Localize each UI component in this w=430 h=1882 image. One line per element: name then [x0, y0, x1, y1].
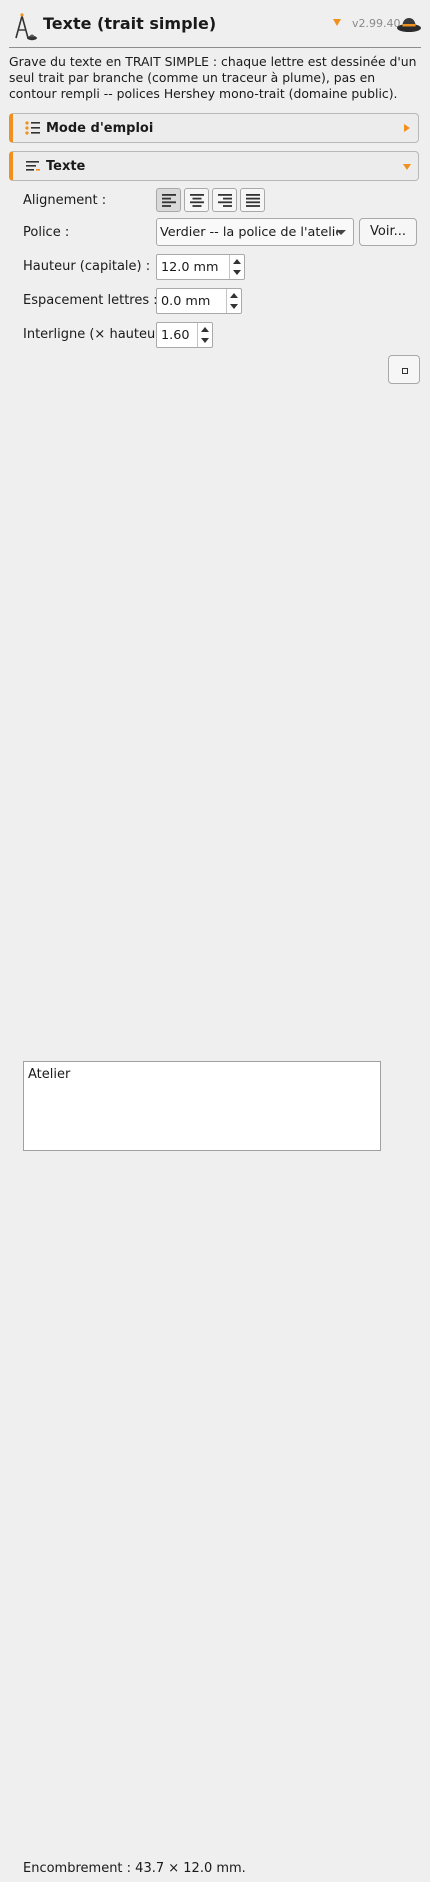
header-divider [9, 47, 421, 48]
letter-spacing-value: 0.0 mm [161, 294, 211, 309]
square-icon [402, 368, 408, 374]
panel-header: Texte (trait simple) v2.99.40 [0, 0, 430, 48]
stepper-up-icon[interactable] [201, 327, 209, 332]
line-spacing-label: Interligne (× hauteur) : [23, 327, 175, 342]
panel-title: Texte (trait simple) [43, 14, 217, 33]
version-menu-caret-icon[interactable] [333, 19, 341, 26]
tool-description: Grave du texte en TRAIT SIMPLE : chaque … [9, 54, 417, 101]
section-texte[interactable]: Texte [9, 151, 419, 181]
cap-height-label: Hauteur (capitale) : [23, 259, 151, 274]
text-input[interactable]: Atelier [23, 1061, 381, 1151]
font-label: Police : [23, 225, 70, 240]
section-texte-label: Texte [46, 159, 86, 174]
align-justify-icon [246, 194, 260, 207]
list-numbered-icon [25, 121, 40, 135]
section-mode-emploi[interactable]: Mode d'emploi [9, 113, 419, 143]
align-right-icon [218, 194, 232, 207]
align-justify-button[interactable] [240, 188, 265, 212]
align-center-icon [190, 194, 204, 207]
bounding-box-status: Encombrement : 43.7 × 12.0 mm. [23, 1861, 246, 1876]
line-spacing-value: 1.60 [161, 328, 190, 343]
alignment-label: Alignement : [23, 193, 107, 208]
section-mode-emploi-label: Mode d'emploi [46, 121, 154, 136]
stepper-buttons[interactable] [197, 323, 212, 347]
letter-spacing-stepper[interactable]: 0.0 mm [156, 288, 242, 314]
stepper-buttons[interactable] [226, 289, 241, 313]
stepper-down-icon[interactable] [230, 304, 238, 309]
align-left-icon [162, 194, 176, 207]
expand-caret-icon [404, 124, 410, 132]
line-spacing-stepper[interactable]: 1.60 [156, 322, 213, 348]
text-lines-icon [26, 161, 40, 171]
font-select[interactable]: Verdier -- la police de l'atelier (c [156, 218, 354, 246]
stepper-buttons[interactable] [229, 255, 244, 279]
compass-text-icon [15, 12, 37, 41]
browse-font-button[interactable]: Voir... [359, 218, 417, 246]
cap-height-value: 12.0 mm [161, 260, 219, 275]
stepper-up-icon[interactable] [230, 293, 238, 298]
chevron-down-icon [336, 230, 346, 235]
small-square-button[interactable] [388, 355, 420, 384]
stepper-down-icon[interactable] [201, 338, 209, 343]
stepper-up-icon[interactable] [233, 259, 241, 264]
hat-icon[interactable] [396, 14, 422, 34]
version-label: v2.99.40 [352, 17, 401, 30]
stepper-down-icon[interactable] [233, 270, 241, 275]
align-right-button[interactable] [212, 188, 237, 212]
letter-spacing-label: Espacement lettres : [23, 293, 158, 308]
align-center-button[interactable] [184, 188, 209, 212]
collapse-caret-icon [403, 164, 411, 170]
font-select-value: Verdier -- la police de l'atelier (c [160, 225, 338, 240]
align-left-button[interactable] [156, 188, 181, 212]
cap-height-stepper[interactable]: 12.0 mm [156, 254, 245, 280]
